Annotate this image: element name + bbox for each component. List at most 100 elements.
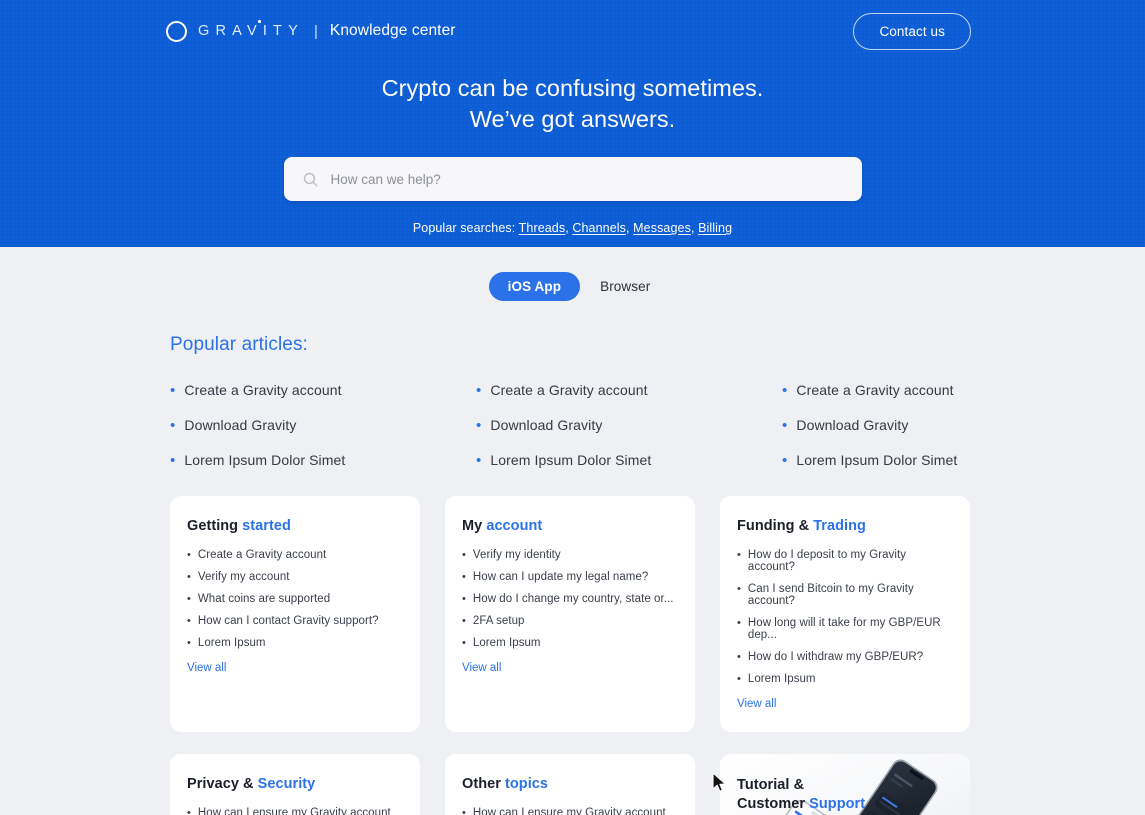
card-article-label: How do I withdraw my GBP/EUR? [747, 651, 924, 663]
card-article-link[interactable]: • Lorem Ipsum [187, 637, 401, 649]
bullet-icon: • [187, 571, 191, 583]
card-title-accent: started [242, 518, 291, 534]
popular-article-label: Create a Gravity account [796, 382, 954, 398]
bullet-icon: • [737, 549, 741, 561]
bullet-icon: • [782, 452, 788, 469]
tab-ios-app[interactable]: iOS App [488, 272, 581, 301]
contact-us-button[interactable]: Contact us [853, 12, 971, 50]
card-article-list: • How can I ensure my Gravity account is.… [187, 807, 401, 815]
card-title: Getting started [187, 518, 401, 534]
card-article-label: Verify my account [197, 571, 290, 583]
card-article-link[interactable]: • Create a Gravity account [187, 549, 401, 561]
card-article-link[interactable]: • How do I deposit to my Gravity account? [737, 549, 951, 573]
card-article-link[interactable]: • How long will it take for my GBP/EUR de… [737, 617, 951, 641]
card-article-link[interactable]: • How can I ensure my Gravity account is.… [462, 807, 676, 815]
promo-title-plain: Customer [737, 796, 810, 812]
card-title-plain: Other [462, 776, 505, 792]
card-article-label: How do I deposit to my Gravity account? [747, 549, 906, 573]
card-article-link[interactable]: • Lorem Ipsum [737, 673, 951, 685]
card-article-label: Lorem Ipsum [197, 637, 266, 649]
card-article-link[interactable]: • How do I change my country, state or... [462, 593, 676, 605]
popular-article-link[interactable]: • Lorem Ipsum Dolor Simet [782, 452, 975, 468]
card-my-account[interactable]: My account • Verify my identity • How can … [445, 496, 695, 732]
card-article-list: • How do I deposit to my Gravity account?… [737, 549, 951, 685]
popular-article-link[interactable]: • Create a Gravity account [170, 382, 476, 398]
view-all-link[interactable]: View all [737, 698, 776, 710]
card-article-link[interactable]: • Verify my account [187, 571, 401, 583]
brand-logo[interactable]: GRAVITY | Knowledge center [166, 20, 456, 42]
card-article-label: What coins are supported [197, 593, 331, 605]
search-bar[interactable] [283, 157, 862, 201]
popular-article-label: Create a Gravity account [490, 382, 648, 398]
popular-articles-title: Popular articles: [170, 334, 308, 355]
hero-headline-line-2: We’ve got answers. [469, 106, 676, 132]
brand-separator: | [313, 22, 318, 40]
card-article-link[interactable]: • Can I send Bitcoin to my Gravity accoun… [737, 583, 951, 607]
main-content: Popular articles: • Create a Gravity acc… [0, 334, 1145, 815]
bullet-icon: • [187, 615, 191, 627]
card-title-plain: Getting [187, 518, 243, 534]
card-funding-trading[interactable]: Funding & Trading • How do I deposit to m… [720, 496, 970, 732]
popular-article-link[interactable]: • Create a Gravity account [782, 382, 975, 398]
popular-search-threads[interactable]: Threads [519, 221, 566, 235]
bullet-icon: • [170, 417, 176, 434]
card-other-topics[interactable]: Other topics • How can I ensure my Gravit… [445, 754, 695, 815]
card-title: Privacy & Security [187, 776, 401, 792]
popular-search-messages[interactable]: Messages [633, 221, 691, 235]
card-title: Other topics [462, 776, 676, 792]
card-article-link[interactable]: • How can I update my legal name? [462, 571, 676, 583]
popular-searches-label: Popular searches: [412, 221, 516, 235]
popular-article-link[interactable]: • Download Gravity [782, 417, 975, 433]
card-title-plain: My [462, 518, 487, 534]
card-article-link[interactable]: • Verify my identity [462, 549, 676, 561]
card-title: My account [462, 518, 676, 534]
popular-article-link[interactable]: • Create a Gravity account [476, 382, 782, 398]
card-getting-started[interactable]: Getting started • Create a Gravity accoun… [170, 496, 420, 732]
promo-title-line-2: Customer Support [737, 795, 970, 814]
card-title-plain: Funding & [737, 518, 814, 534]
card-article-link[interactable]: • 2FA setup [462, 615, 676, 627]
search-input[interactable] [330, 157, 844, 201]
bullet-icon: • [187, 549, 191, 561]
popular-article-link[interactable]: • Lorem Ipsum Dolor Simet [476, 452, 782, 468]
bullet-icon: • [782, 382, 788, 399]
view-all-link[interactable]: View all [187, 662, 226, 674]
popular-article-link[interactable]: • Download Gravity [170, 417, 476, 433]
view-all-link[interactable]: View all [462, 662, 501, 674]
card-article-link[interactable]: • How can I ensure my Gravity account is.… [187, 807, 401, 815]
card-article-label: 2FA setup [472, 615, 525, 627]
card-article-label: How can I ensure my Gravity account is..… [472, 807, 666, 815]
card-article-label: Lorem Ipsum [472, 637, 541, 649]
card-article-link[interactable]: • How can I contact Gravity support? [187, 615, 401, 627]
bullet-icon: • [462, 549, 466, 561]
card-article-label: Can I send Bitcoin to my Gravity account… [747, 583, 914, 607]
brand-wordmark: GRAVITY [198, 20, 306, 39]
popular-articles-column-2: • Create a Gravity account • Download Gr… [476, 382, 782, 468]
popular-articles-column-1: • Create a Gravity account • Download Gr… [170, 382, 476, 468]
promo-card-title: Tutorial & Customer Support [737, 776, 970, 814]
hero-banner: GRAVITY | Knowledge center Contact us Cr… [0, 0, 1145, 247]
popular-search-channels[interactable]: Channels [572, 221, 626, 235]
card-article-label: Lorem Ipsum [747, 673, 816, 685]
popular-article-link[interactable]: • Lorem Ipsum Dolor Simet [170, 452, 476, 468]
platform-toggle: iOS App Browser [0, 272, 1145, 301]
tab-browser[interactable]: Browser [594, 272, 656, 301]
card-article-label: How long will it take for my GBP/EUR dep… [747, 617, 941, 641]
bullet-icon: • [737, 673, 741, 685]
brand-subtitle: Knowledge center [329, 22, 456, 39]
popular-article-link[interactable]: • Download Gravity [476, 417, 782, 433]
card-title: Funding & Trading [737, 518, 951, 534]
card-article-link[interactable]: • Lorem Ipsum [462, 637, 676, 649]
card-tutorial-customer-support[interactable]: Tutorial & Customer Support [720, 754, 970, 815]
promo-title-accent: Support [809, 796, 866, 812]
card-article-link[interactable]: • What coins are supported [187, 593, 401, 605]
hero-headline: Crypto can be confusing sometimes. We’ve… [0, 73, 1145, 135]
card-article-link[interactable]: • How do I withdraw my GBP/EUR? [737, 651, 951, 663]
bullet-icon: • [782, 417, 788, 434]
popular-article-label: Create a Gravity account [184, 382, 342, 398]
card-privacy-security[interactable]: Privacy & Security • How can I ensure my … [170, 754, 420, 815]
popular-articles-column-3: • Create a Gravity account • Download Gr… [782, 382, 975, 468]
bullet-icon: • [737, 583, 741, 595]
search-icon [303, 172, 318, 187]
popular-search-billing[interactable]: Billing [698, 221, 732, 235]
